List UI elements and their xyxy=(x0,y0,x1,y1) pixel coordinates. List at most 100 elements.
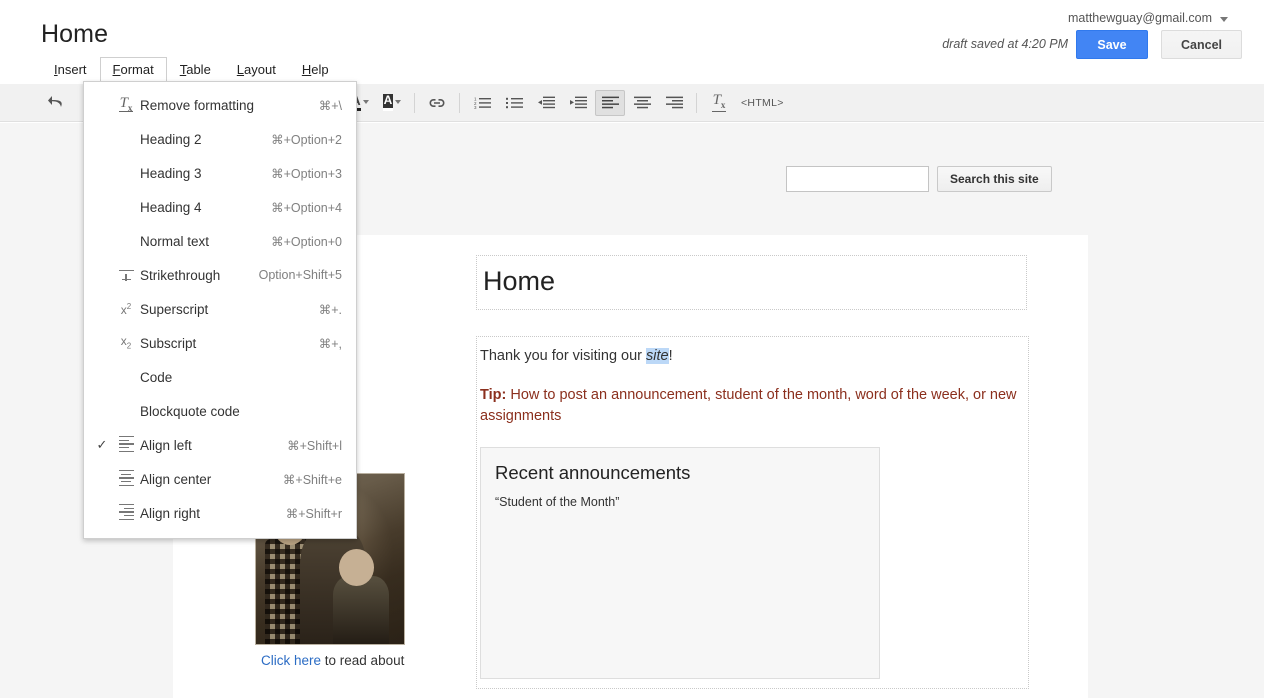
align-center-button[interactable] xyxy=(627,90,657,116)
photo-caption-link[interactable]: Click here xyxy=(261,653,321,668)
menu-option-label: Align center xyxy=(140,471,212,487)
menu-option-shortcut: ⌘+. xyxy=(318,302,342,317)
search-button[interactable]: Search this site xyxy=(937,166,1052,192)
menu-option-shortcut: ⌘+Option+0 xyxy=(271,234,342,249)
subscript-icon: x2 xyxy=(120,334,132,351)
menu-option-label: Normal text xyxy=(140,233,210,249)
menu-option-shortcut: ⌘+Option+2 xyxy=(271,132,342,147)
announcement-item: “Student of the Month” xyxy=(495,495,620,509)
menu-option-normal-text[interactable]: Normal text ⌘+Option+0 xyxy=(84,224,356,258)
menu-option-code[interactable]: Code xyxy=(84,360,356,394)
checkmark-icon: ✓ xyxy=(96,437,108,452)
increase-indent-button[interactable] xyxy=(563,90,593,116)
photo-caption: Click here to read about xyxy=(261,653,404,668)
menu-label-help: elp xyxy=(311,62,329,77)
para1-before: Thank you for visiting our xyxy=(480,348,647,364)
remove-formatting-icon: Tx xyxy=(118,95,134,114)
menu-option-align-right[interactable]: Align right ⌘+Shift+r xyxy=(84,496,356,530)
remove-formatting-button[interactable]: Tx xyxy=(704,90,734,116)
align-right-icon xyxy=(665,96,683,109)
tip-text: How to post an announcement, student of … xyxy=(480,387,1017,424)
menu-option-label: Align left xyxy=(140,437,192,453)
body-paragraph-tip: Tip: How to post an announcement, studen… xyxy=(480,385,1028,427)
save-button[interactable]: Save xyxy=(1076,30,1148,59)
menu-item-help[interactable]: Help xyxy=(289,57,342,84)
draft-status: draft saved at 4:20 PM xyxy=(942,37,1068,51)
menu-item-insert[interactable]: Insert xyxy=(41,57,100,84)
menu-option-strikethrough[interactable]: Strikethrough Option+Shift+5 xyxy=(84,258,356,292)
align-left-button[interactable] xyxy=(595,89,625,116)
remove-formatting-icon: Tx xyxy=(711,92,727,112)
menu-option-heading-4[interactable]: Heading 4 ⌘+Option+4 xyxy=(84,190,356,224)
align-left-icon xyxy=(601,96,619,109)
account-menu[interactable]: matthewguay@gmail.com xyxy=(1068,11,1228,25)
insert-link-button[interactable] xyxy=(422,90,452,116)
align-center-icon xyxy=(633,96,651,109)
menu-option-subscript[interactable]: x2 Subscript ⌘+, xyxy=(84,326,356,360)
menu-option-label: Strikethrough xyxy=(140,267,221,283)
menu-option-label: Heading 2 xyxy=(140,131,202,147)
svg-text:3: 3 xyxy=(474,105,477,109)
menu-label-layout: ayout xyxy=(244,62,276,77)
align-right-button[interactable] xyxy=(659,90,689,116)
toolbar-divider xyxy=(696,92,697,113)
page-body-field[interactable]: Thank you for visiting our site! Tip: Ho… xyxy=(476,336,1029,689)
menu-option-align-left[interactable]: ✓ Align left ⌘+Shift+l xyxy=(84,428,356,462)
menu-option-shortcut: ⌘+\ xyxy=(318,98,342,113)
menu-label-format: ormat xyxy=(120,62,154,77)
menu-option-label: Heading 4 xyxy=(140,199,202,215)
menu-option-align-center[interactable]: Align center ⌘+Shift+e xyxy=(84,462,356,496)
highlight-color-icon: A xyxy=(382,93,402,111)
selected-word: site xyxy=(646,348,669,364)
menu-option-remove-formatting[interactable]: Tx Remove formatting ⌘+\ xyxy=(84,88,356,122)
toolbar-divider xyxy=(414,92,415,113)
menu-option-label: Heading 3 xyxy=(140,165,202,181)
undo-icon xyxy=(47,96,62,107)
numbered-list-button[interactable]: 1 2 3 xyxy=(467,90,497,116)
menu-option-label: Code xyxy=(140,369,173,385)
numbered-list-icon: 1 2 3 xyxy=(474,97,491,109)
bulleted-list-button[interactable] xyxy=(499,90,529,116)
html-view-button[interactable]: <HTML> xyxy=(735,97,790,109)
menu-item-layout[interactable]: Layout xyxy=(224,57,289,84)
photo-body-right xyxy=(332,576,390,644)
strikethrough-icon xyxy=(112,268,140,283)
menu-option-superscript[interactable]: x2 Superscript ⌘+. xyxy=(84,292,356,326)
recent-announcements-box: Recent announcements “Student of the Mon… xyxy=(480,447,880,679)
site-search: Search this site xyxy=(786,166,1052,192)
menu-option-blockquote-code[interactable]: Blockquote code xyxy=(84,394,356,428)
menu-option-shortcut: ⌘+Option+4 xyxy=(271,200,342,215)
page-title-field[interactable]: Home xyxy=(476,255,1027,310)
toolbar-divider xyxy=(459,92,460,113)
page-title: Home xyxy=(41,20,109,48)
link-icon xyxy=(429,98,445,107)
menu-accel-l: L xyxy=(236,62,245,77)
para1-after: ! xyxy=(668,348,673,364)
menu-option-shortcut: ⌘+, xyxy=(318,336,342,351)
menu-option-heading-3[interactable]: Heading 3 ⌘+Option+3 xyxy=(84,156,356,190)
menu-label-insert: nsert xyxy=(57,62,87,77)
undo-button[interactable] xyxy=(41,90,71,116)
bulleted-list-icon xyxy=(505,97,523,109)
menu-option-shortcut: ⌘+Option+3 xyxy=(271,166,342,181)
menu-bar: Insert Format Table Layout Help xyxy=(41,57,342,85)
announcements-heading: Recent announcements xyxy=(495,462,691,483)
tip-label: Tip: xyxy=(480,387,507,403)
editor-main-column: Home Thank you for visiting our site! Ti… xyxy=(476,235,1088,689)
highlight-color-button[interactable]: A xyxy=(377,90,407,116)
search-input[interactable] xyxy=(786,166,929,192)
menu-option-label: Superscript xyxy=(140,301,209,317)
increase-indent-icon xyxy=(569,96,587,109)
menu-option-label: Subscript xyxy=(140,335,197,351)
account-email: matthewguay@gmail.com xyxy=(1068,11,1212,25)
decrease-indent-button[interactable] xyxy=(531,90,561,116)
menu-item-table[interactable]: Table xyxy=(167,57,224,84)
menu-option-shortcut: Option+Shift+5 xyxy=(258,268,342,282)
menu-label-table: able xyxy=(186,62,211,77)
format-dropdown-menu: Tx Remove formatting ⌘+\ Heading 2 ⌘+Opt… xyxy=(83,81,357,539)
photo-caption-text: to read about xyxy=(321,653,405,668)
align-right-icon xyxy=(112,502,140,525)
cancel-button[interactable]: Cancel xyxy=(1161,30,1242,59)
superscript-icon: x2 xyxy=(120,301,132,317)
menu-option-heading-2[interactable]: Heading 2 ⌘+Option+2 xyxy=(84,122,356,156)
